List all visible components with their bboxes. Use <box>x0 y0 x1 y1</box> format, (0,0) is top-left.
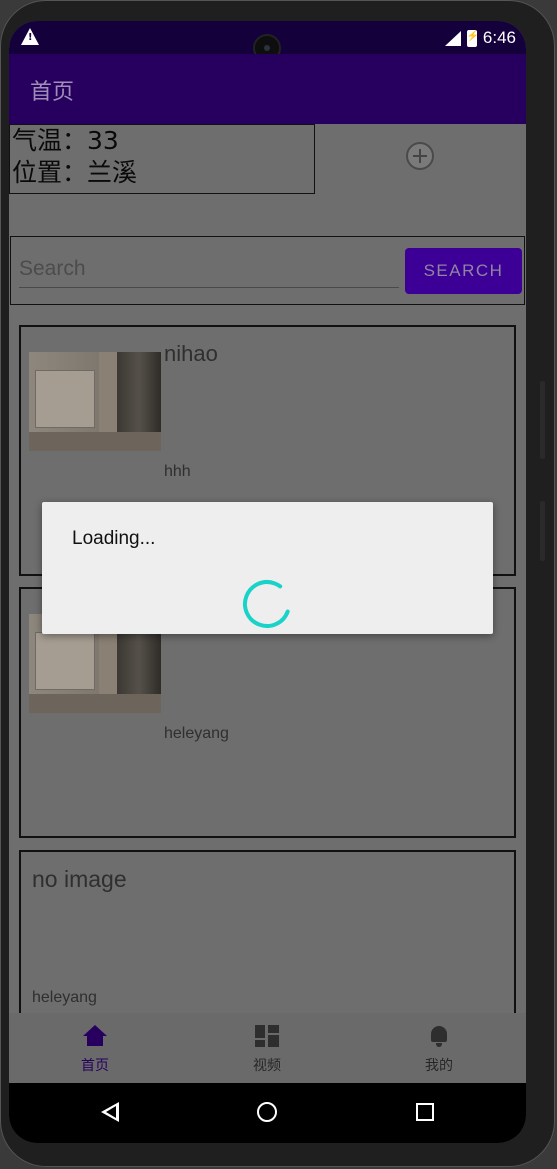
list-item[interactable]: no image heleyang <box>19 850 516 1013</box>
home-button-icon[interactable] <box>257 1102 277 1122</box>
nav-item-home[interactable]: 首页 <box>45 1025 145 1075</box>
app-bar: 首页 <box>9 54 526 124</box>
system-nav-bar <box>9 1083 526 1143</box>
dashboard-icon <box>255 1025 279 1047</box>
warning-icon: ! <box>21 28 39 45</box>
phone-frame: ! 6:46 首页 气温：33 位置：兰溪 SEARCH <box>0 0 555 1167</box>
nav-label: 首页 <box>81 1058 109 1074</box>
search-input[interactable] <box>19 251 399 288</box>
nav-item-video[interactable]: 视频 <box>217 1025 317 1075</box>
card-subtitle: heleyang <box>164 725 229 742</box>
home-icon <box>83 1025 107 1047</box>
location-text: 位置：兰溪 <box>12 158 138 187</box>
recent-apps-icon[interactable] <box>416 1103 434 1121</box>
battery-charging-icon <box>466 29 479 47</box>
loading-spinner-icon <box>243 580 291 628</box>
status-right: 6:46 <box>444 28 516 48</box>
card-subtitle: heleyang <box>32 989 97 1006</box>
screen: ! 6:46 首页 气温：33 位置：兰溪 SEARCH <box>9 21 526 1143</box>
bottom-nav: 首页 视频 我的 <box>9 1013 526 1083</box>
nav-item-mine[interactable]: 我的 <box>389 1025 489 1075</box>
search-box: SEARCH <box>10 236 525 305</box>
bell-icon <box>428 1025 450 1047</box>
card-subtitle: hhh <box>164 463 191 480</box>
status-bar: ! 6:46 <box>9 21 526 62</box>
signal-icon <box>444 30 461 46</box>
temperature-text: 气温：33 <box>12 126 119 155</box>
card-title: no image <box>32 866 127 892</box>
weather-box: 气温：33 位置：兰溪 <box>9 124 315 194</box>
add-circle-icon[interactable] <box>406 142 434 170</box>
nav-label: 我的 <box>425 1058 453 1074</box>
nav-label: 视频 <box>253 1058 281 1074</box>
dialog-message: Loading... <box>72 528 156 549</box>
back-icon[interactable] <box>101 1102 119 1122</box>
page-title: 首页 <box>30 80 75 105</box>
card-title: nihao <box>164 341 218 366</box>
loading-dialog: Loading... <box>42 502 493 634</box>
power-button <box>540 501 545 561</box>
status-time: 6:46 <box>482 28 516 47</box>
volume-button <box>540 381 545 459</box>
search-button[interactable]: SEARCH <box>405 248 522 294</box>
card-image <box>29 352 161 451</box>
